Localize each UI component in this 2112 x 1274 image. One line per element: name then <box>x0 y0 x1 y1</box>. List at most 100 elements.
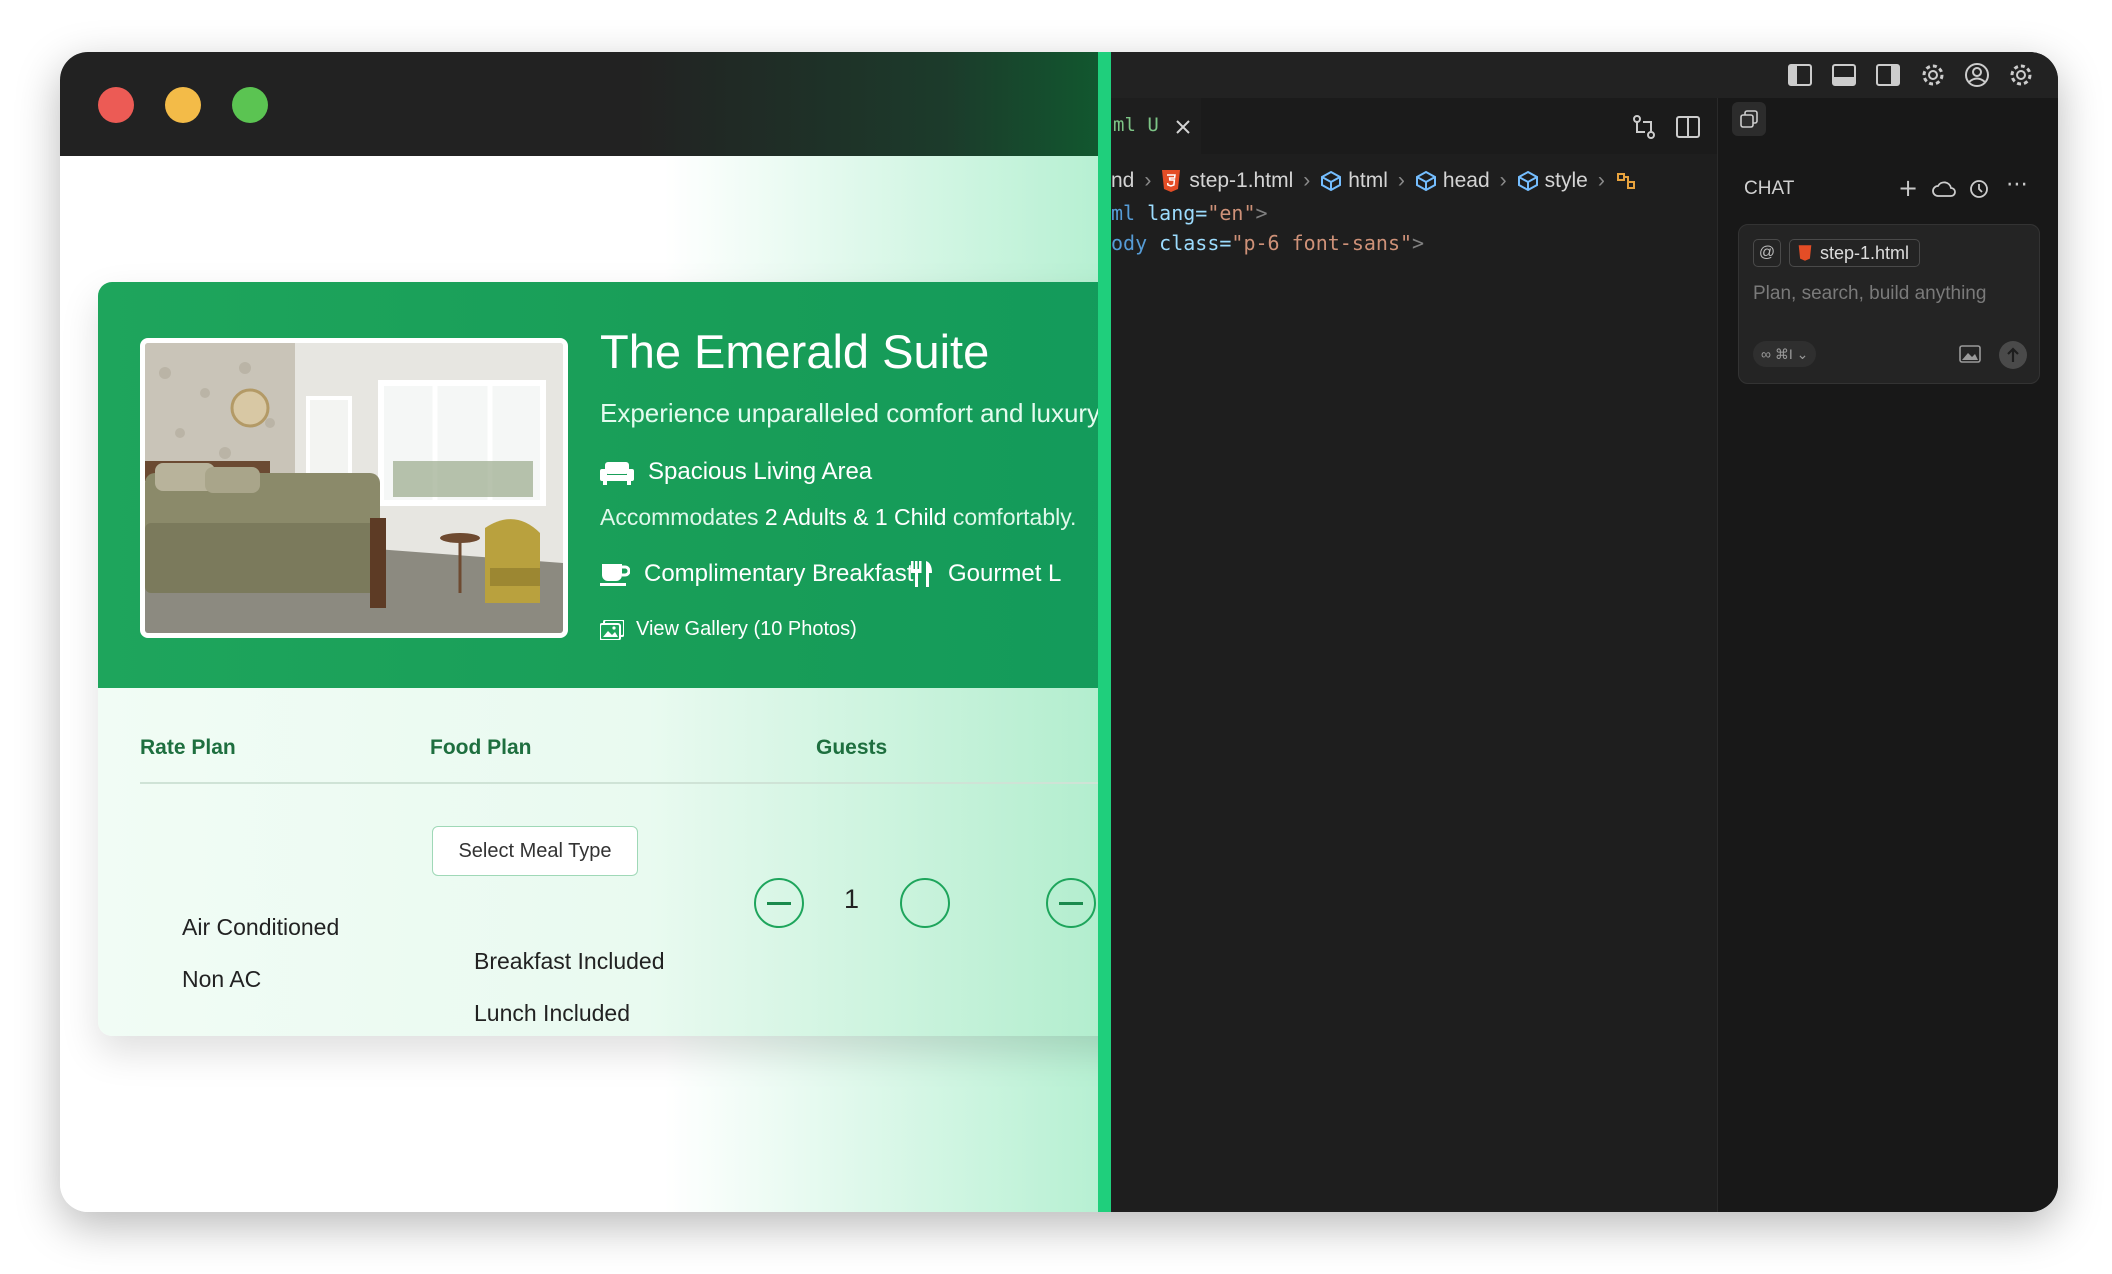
amenity-living-area-label: Spacious Living Area <box>648 458 873 485</box>
room-hero: The Emerald Suite Experience unparallele… <box>98 282 1102 688</box>
minus-icon <box>1059 901 1083 905</box>
room-photo[interactable] <box>140 338 568 638</box>
code-token: lang= <box>1135 201 1208 225</box>
chat-placeholder: Plan, search, build anything <box>1753 283 1987 304</box>
gear-icon[interactable] <box>1919 61 1947 89</box>
symbol-element-icon <box>1321 170 1342 192</box>
minus-icon <box>767 901 791 905</box>
room-subtitle: Experience unparalleled comfort and luxu… <box>600 398 1101 428</box>
room-card: The Emerald Suite Experience unparallele… <box>98 282 1102 1036</box>
utensils-icon <box>911 561 932 587</box>
accommodates-text: Accommodates 2 Adults & 1 Child comforta… <box>600 504 1076 531</box>
breadcrumb-file[interactable]: step-1.html <box>1189 169 1293 193</box>
chevron-right-icon: › <box>1499 169 1507 192</box>
guest-count: 1 <box>844 884 860 914</box>
toggle-panel-icon[interactable] <box>1831 62 1857 88</box>
mention-button[interactable]: @ <box>1753 239 1781 267</box>
view-gallery-label: View Gallery (10 Photos) <box>636 618 857 640</box>
bedroom-image <box>145 343 563 633</box>
account-icon[interactable] <box>1963 61 1991 89</box>
settings-gear-icon[interactable] <box>2007 61 2035 89</box>
history-icon[interactable] <box>1968 178 1990 200</box>
symbol-element-icon <box>1517 170 1538 192</box>
send-button[interactable] <box>1999 341 2027 369</box>
chat-more-icon[interactable]: ⋯ <box>2006 172 2028 197</box>
new-chat-icon[interactable]: + <box>1898 174 1918 202</box>
code-token: "en" <box>1207 201 1256 225</box>
editor-title-bar <box>1111 52 2058 98</box>
accommodates-guests: 2 Adults & 1 Child <box>764 504 947 530</box>
child-decrement-button[interactable] <box>1046 878 1096 928</box>
chat-title: CHAT <box>1744 178 1795 199</box>
editor-tab-bar: ml U ⋯ <box>1111 98 1741 156</box>
amenity-breakfast: Complimentary Breakfast <box>600 560 913 588</box>
close-tab-icon[interactable] <box>1174 118 1192 136</box>
accommodates-prefix: Accommodates <box>600 504 759 530</box>
chevron-right-icon: › <box>1597 169 1605 192</box>
code-token: class= <box>1147 231 1232 255</box>
split-editor-icon[interactable] <box>1675 114 1701 140</box>
meal-type-select[interactable]: Select Meal Type <box>432 826 638 876</box>
context-file-name: step-1.html <box>1820 242 1910 263</box>
view-gallery-link[interactable]: View Gallery (10 Photos) <box>600 618 857 641</box>
agent-mode-selector[interactable]: ∞ ⌘I ⌄ <box>1753 341 1817 367</box>
gallery-icon <box>600 619 624 640</box>
code-token: > <box>1412 231 1425 255</box>
breadcrumb-item[interactable]: nd <box>1111 169 1134 193</box>
food-plan-option-lunch[interactable]: Lunch Included <box>474 1000 630 1027</box>
cloud-icon[interactable] <box>1932 180 1956 198</box>
code-line: ody class="p-6 font-sans"> <box>1111 228 1424 258</box>
rate-plan-option-ac[interactable]: Air Conditioned <box>182 914 339 941</box>
column-food-plan: Food Plan <box>430 736 532 759</box>
tab-step-1-html[interactable]: ml U <box>1111 98 1201 156</box>
chat-panel: CHAT + ⋯ @ step-1.html Plan, search, bui… <box>1717 98 2058 1212</box>
table-header-divider <box>140 782 1102 784</box>
amenity-breakfast-label: Complimentary Breakfast <box>644 560 914 587</box>
tab-label: ml U <box>1113 114 1159 136</box>
close-window-button[interactable] <box>98 87 134 123</box>
app-frame: The Emerald Suite Experience unparallele… <box>60 52 2058 1212</box>
html5-icon <box>1798 245 1812 261</box>
maximize-window-button[interactable] <box>232 87 268 123</box>
split-divider[interactable] <box>1098 52 1111 1212</box>
code-token: > <box>1255 201 1268 225</box>
room-title: The Emerald Suite <box>600 325 990 378</box>
rate-plan-option-non-ac[interactable]: Non AC <box>182 966 261 993</box>
arrow-up-icon <box>2007 347 2019 362</box>
symbol-namespace-icon <box>1616 173 1635 189</box>
breadcrumb-head[interactable]: head <box>1443 169 1490 193</box>
code-area[interactable]: ml lang="en"> ody class="p-6 font-sans"> <box>1111 198 1717 1212</box>
code-token: ody <box>1111 231 1148 255</box>
context-file-chip[interactable]: step-1.html <box>1789 239 1921 267</box>
accommodates-suffix: comfortably. <box>952 504 1077 530</box>
html5-icon <box>1162 170 1181 192</box>
chat-input-box[interactable]: @ step-1.html Plan, search, build anythi… <box>1738 224 2040 384</box>
toggle-primary-sidebar-icon[interactable] <box>1787 62 1813 88</box>
minimize-window-button[interactable] <box>165 87 201 123</box>
toggle-secondary-sidebar-icon[interactable] <box>1875 62 1901 88</box>
chat-tab-button[interactable] <box>1732 102 1766 136</box>
code-line: ml lang="en"> <box>1111 198 1268 228</box>
amenity-lunch-label: Gourmet L <box>948 560 1062 587</box>
browser-title-bar <box>60 52 1102 156</box>
guest-decrement-button[interactable] <box>754 878 804 928</box>
couch-icon <box>600 462 634 485</box>
breadcrumb-style[interactable]: style <box>1545 169 1588 193</box>
amenity-lunch: Gourmet L <box>910 560 1061 588</box>
chevron-right-icon: › <box>1397 169 1405 192</box>
chevron-right-icon: › <box>1144 169 1152 192</box>
copy-icon <box>1740 110 1758 128</box>
breadcrumb: nd › step-1.html › html › head › style › <box>1111 164 1637 198</box>
code-editor: ml U ⋯ nd › step-1.html › html › head › … <box>1111 52 2058 1212</box>
compare-changes-icon[interactable] <box>1631 114 1657 140</box>
column-guests: Guests <box>816 736 888 759</box>
guest-increment-button[interactable] <box>900 878 950 928</box>
image-attach-icon[interactable] <box>1959 344 1981 364</box>
food-plan-option-breakfast[interactable]: Breakfast Included <box>474 948 665 975</box>
column-rate-plan: Rate Plan <box>140 736 236 759</box>
coffee-icon <box>600 564 630 586</box>
browser-preview: The Emerald Suite Experience unparallele… <box>60 52 1102 1212</box>
amenity-living-area: Spacious Living Area <box>600 458 872 486</box>
breadcrumb-html[interactable]: html <box>1348 169 1388 193</box>
code-token: ml <box>1111 201 1136 225</box>
